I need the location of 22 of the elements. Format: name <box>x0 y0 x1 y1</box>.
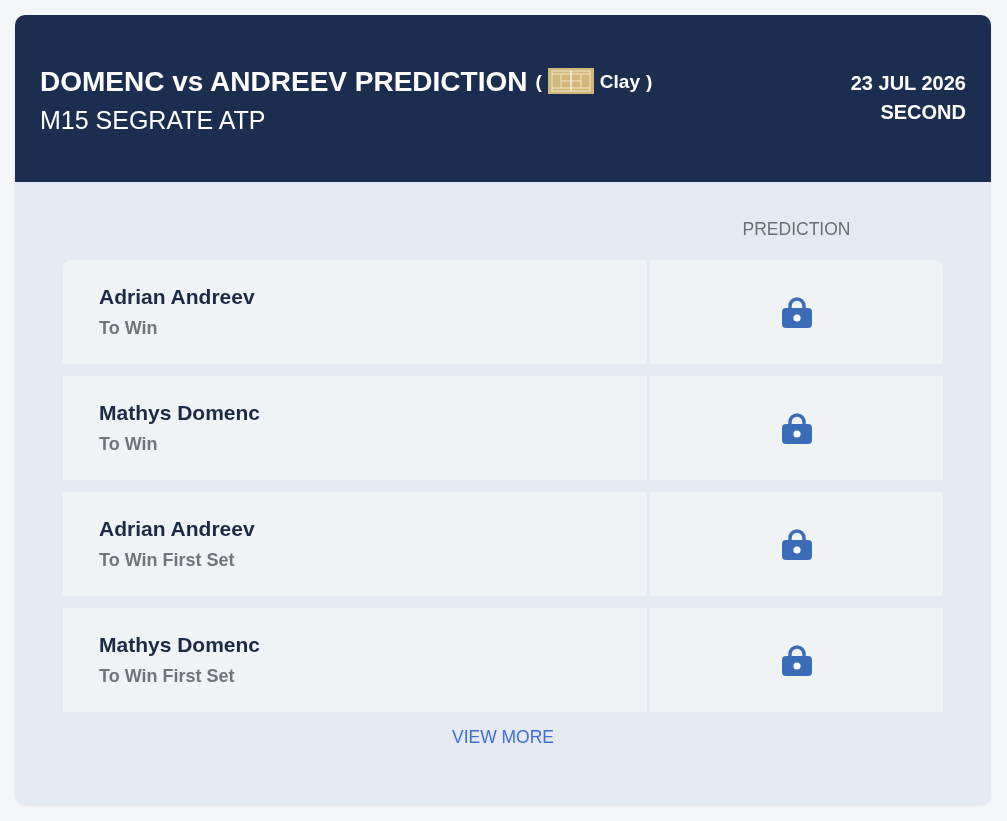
market-label: To Win <box>99 434 159 455</box>
paren-text: ( <box>535 70 542 93</box>
round-label: SECOND <box>880 100 966 124</box>
market-label: To Win First Set <box>99 666 236 687</box>
match-date: 23 JUL 2026 <box>850 71 966 95</box>
lock-icon[interactable] <box>781 296 812 328</box>
match-title: DOMENC vs ANDREEV PREDICTION <box>40 65 528 98</box>
player-name: Mathys Domenc <box>99 401 262 425</box>
lock-icon[interactable] <box>781 412 812 444</box>
player-name: Adrian Andreev <box>99 285 256 309</box>
view-more-link[interactable]: VIEW MORE <box>451 727 555 748</box>
player-name: Adrian Andreev <box>99 517 256 541</box>
market-label: To Win <box>99 318 159 339</box>
surface-label: Clay <box>599 70 640 93</box>
lock-icon[interactable] <box>781 528 812 560</box>
paren-text: ) <box>645 70 653 93</box>
lock-icon[interactable] <box>781 644 812 676</box>
tennis-court-icon <box>547 67 594 94</box>
tournament-name: M15 SEGRATE ATP <box>40 105 267 135</box>
market-label: To Win First Set <box>99 550 236 571</box>
player-name: Mathys Domenc <box>99 633 262 657</box>
column-heading: PREDICTION <box>741 218 852 240</box>
